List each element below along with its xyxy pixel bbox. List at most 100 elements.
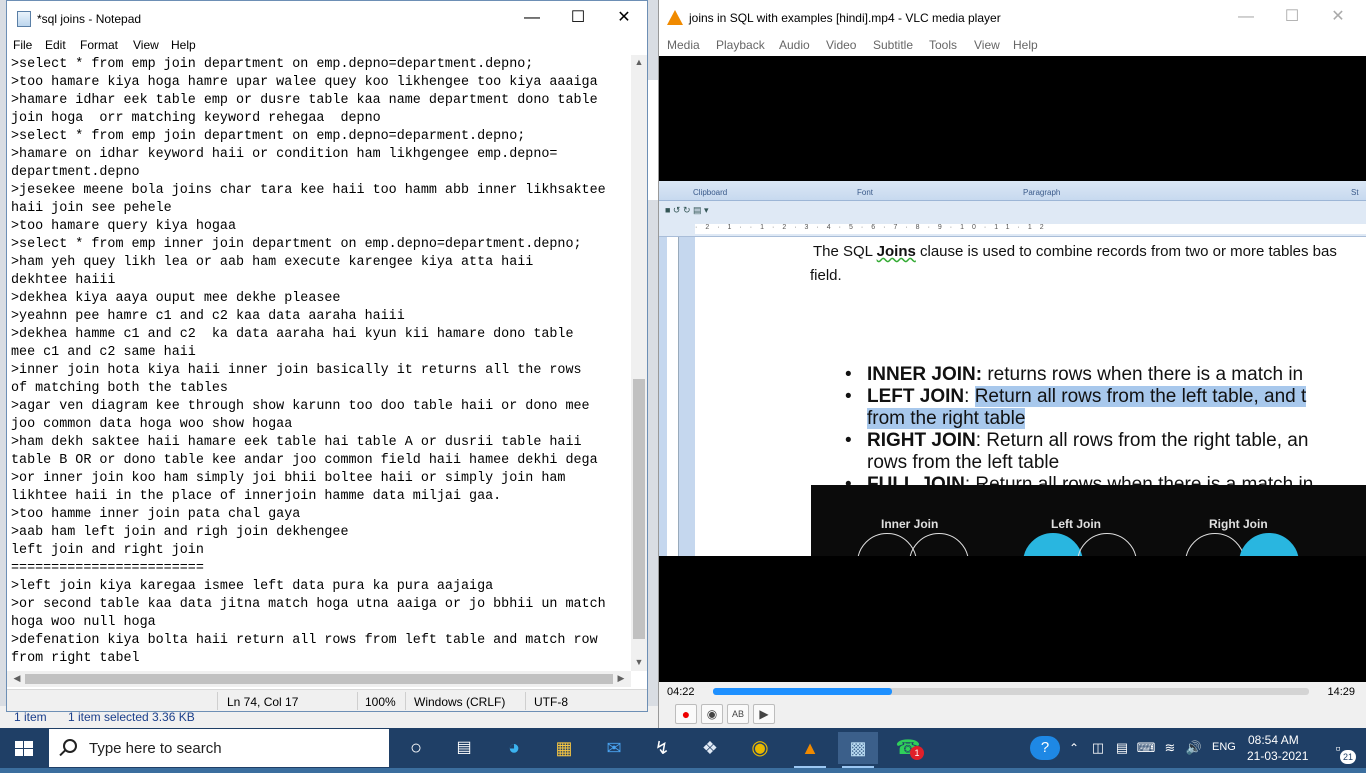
- volume-icon[interactable]: 🔊: [1182, 732, 1206, 764]
- vlc-menu-tools[interactable]: Tools: [929, 38, 957, 52]
- menu-edit[interactable]: Edit: [45, 38, 66, 52]
- seek-bar-fill: [713, 688, 892, 695]
- status-divider: [525, 692, 526, 710]
- windows-logo-icon: [15, 741, 33, 756]
- frame-step-button[interactable]: ▶: [753, 704, 775, 724]
- mail-icon[interactable]: ✉: [594, 732, 634, 764]
- doc-intro-line2: field.: [810, 267, 842, 284]
- ribbon-group-paragraph: Paragraph: [1023, 188, 1061, 197]
- edge-icon[interactable]: ◕: [494, 732, 534, 764]
- clock-time[interactable]: 08:54 AM: [1248, 733, 1299, 747]
- vlc-titlebar[interactable]: joins in SQL with examples [hindi].mp4 -…: [659, 0, 1366, 34]
- vertical-ruler-track: [667, 237, 679, 556]
- show-hidden-icons-icon[interactable]: ⌃: [1062, 732, 1086, 764]
- venn-circle: [1077, 533, 1137, 556]
- scroll-up-arrow-icon[interactable]: ▲: [631, 57, 647, 67]
- vlc-menu-playback[interactable]: Playback: [716, 38, 765, 52]
- vlc-menu-view[interactable]: View: [974, 38, 1000, 52]
- notification-center-icon[interactable]: ▫ 21: [1318, 732, 1358, 764]
- vlc-menu-help[interactable]: Help: [1013, 38, 1038, 52]
- status-line-ending: Windows (CRLF): [414, 695, 506, 709]
- menu-file[interactable]: File: [13, 38, 32, 52]
- total-time: 14:29: [1327, 686, 1355, 698]
- menu-help[interactable]: Help: [171, 38, 196, 52]
- seek-bar[interactable]: [713, 688, 1309, 695]
- horizontal-scrollbar[interactable]: ◀ ▶: [7, 671, 631, 687]
- tray-app2-icon[interactable]: ▤: [1110, 732, 1134, 764]
- minimize-button[interactable]: —: [509, 1, 555, 35]
- diagram-label-left: Left Join: [1051, 517, 1101, 531]
- bullet-desc: : Return all rows from the right table, …: [975, 430, 1309, 451]
- bullet-desc: returns rows when there is a match in: [982, 364, 1304, 385]
- menu-format[interactable]: Format: [80, 38, 118, 52]
- scroll-left-arrow-icon[interactable]: ◀: [9, 673, 25, 684]
- whatsapp-badge: 1: [910, 746, 924, 760]
- horizontal-scroll-thumb[interactable]: [25, 674, 613, 684]
- status-divider: [357, 692, 358, 710]
- clock-date[interactable]: 21-03-2021: [1247, 749, 1308, 763]
- vlc-menu-video[interactable]: Video: [826, 38, 856, 52]
- start-button[interactable]: [0, 728, 48, 768]
- task-view-icon[interactable]: ▤: [444, 732, 484, 764]
- notepad-window: *sql joins - Notepad — ☐ ✕ File Edit For…: [6, 0, 648, 712]
- help-icon[interactable]: ?: [1030, 736, 1060, 760]
- bullet-highlight: Return all rows from the left table, and…: [974, 386, 1307, 407]
- record-button[interactable]: ●: [675, 704, 697, 724]
- venn-circle: [1185, 533, 1245, 556]
- vlc-menu-media[interactable]: Media: [667, 38, 700, 52]
- tray-app-icon[interactable]: ◫: [1086, 732, 1110, 764]
- doc-intro: The SQL Joins clause is used to combine …: [813, 239, 1366, 264]
- search-icon: [63, 739, 77, 753]
- notification-count: 21: [1340, 750, 1356, 764]
- search-placeholder: Type here to search: [89, 740, 222, 757]
- word-vertical-ruler: [659, 237, 695, 556]
- file-explorer-icon[interactable]: ▦: [544, 732, 584, 764]
- status-divider: [217, 692, 218, 710]
- ruler-ticks: ·2·1··1·2·3·4·5·6·7·8·9·10·11·12: [695, 224, 1366, 234]
- bullet-term: RIGHT JOIN: [867, 430, 976, 451]
- maximize-button[interactable]: ☐: [555, 1, 601, 35]
- bullet-inner-join: • INNER JOIN: returns rows when there is …: [845, 364, 1304, 386]
- vlc-taskbar-icon[interactable]: ▲: [790, 732, 830, 768]
- notepad-titlebar[interactable]: *sql joins - Notepad — ☐ ✕: [7, 1, 647, 35]
- taskbar-search[interactable]: Type here to search: [48, 728, 390, 768]
- vlc-maximize-button[interactable]: ☐: [1269, 0, 1315, 34]
- snapshot-button[interactable]: ◉: [701, 704, 723, 724]
- bullet-right-join: • RIGHT JOIN: Return all rows from the ri…: [845, 430, 1309, 474]
- cortana-icon[interactable]: ○: [396, 732, 436, 764]
- status-encoding: UTF-8: [534, 695, 568, 709]
- taskbar: Type here to search ○ ▤ ◕ ▦ ✉ ↯ ❖ ◉ ▲ ▩ …: [0, 728, 1366, 768]
- whatsapp-icon[interactable]: ☎ 1: [888, 732, 928, 764]
- vlc-close-button[interactable]: ✕: [1315, 0, 1361, 34]
- ribbon-group-styles: St: [1351, 188, 1359, 197]
- wifi-icon[interactable]: ≋: [1158, 732, 1182, 764]
- notepad-taskbar-icon[interactable]: ▩: [838, 732, 878, 768]
- vertical-scrollbar[interactable]: ▲ ▼: [631, 55, 647, 671]
- menu-view[interactable]: View: [133, 38, 159, 52]
- loop-ab-button[interactable]: AB: [727, 704, 749, 724]
- venn-circle: [857, 533, 917, 556]
- notepad-icon: [17, 11, 31, 27]
- status-divider: [405, 692, 406, 710]
- language-indicator[interactable]: ENG: [1212, 741, 1236, 753]
- tray-app3-icon[interactable]: ⌨: [1134, 732, 1158, 764]
- notepad-text-area[interactable]: >select * from emp join department on em…: [11, 56, 631, 669]
- chrome-icon[interactable]: ◉: [740, 732, 780, 764]
- bullet-dot: •: [845, 386, 852, 407]
- vertical-scroll-thumb[interactable]: [633, 379, 645, 639]
- status-zoom: 100%: [365, 695, 396, 709]
- vlc-menu-subtitle[interactable]: Subtitle: [873, 38, 913, 52]
- doc-intro-part1: The SQL: [813, 243, 877, 260]
- dropbox-icon[interactable]: ❖: [690, 732, 730, 764]
- video-area[interactable]: Clipboard Font Paragraph St ■ ↺ ↻ ▤ ▾ ·2…: [659, 56, 1366, 682]
- desktop: 1 item 1 item selected 3.36 KB *sql join…: [0, 0, 1366, 728]
- app-bolt-icon[interactable]: ↯: [642, 732, 682, 764]
- bullet-desc: :: [964, 386, 975, 407]
- ribbon-group-clipboard: Clipboard: [693, 188, 728, 197]
- scroll-right-arrow-icon[interactable]: ▶: [613, 673, 629, 684]
- vlc-minimize-button[interactable]: —: [1223, 0, 1269, 34]
- vlc-menu-audio[interactable]: Audio: [779, 38, 810, 52]
- venn-circle: [1023, 533, 1083, 556]
- scroll-down-arrow-icon[interactable]: ▼: [631, 657, 647, 667]
- close-button[interactable]: ✕: [601, 1, 647, 35]
